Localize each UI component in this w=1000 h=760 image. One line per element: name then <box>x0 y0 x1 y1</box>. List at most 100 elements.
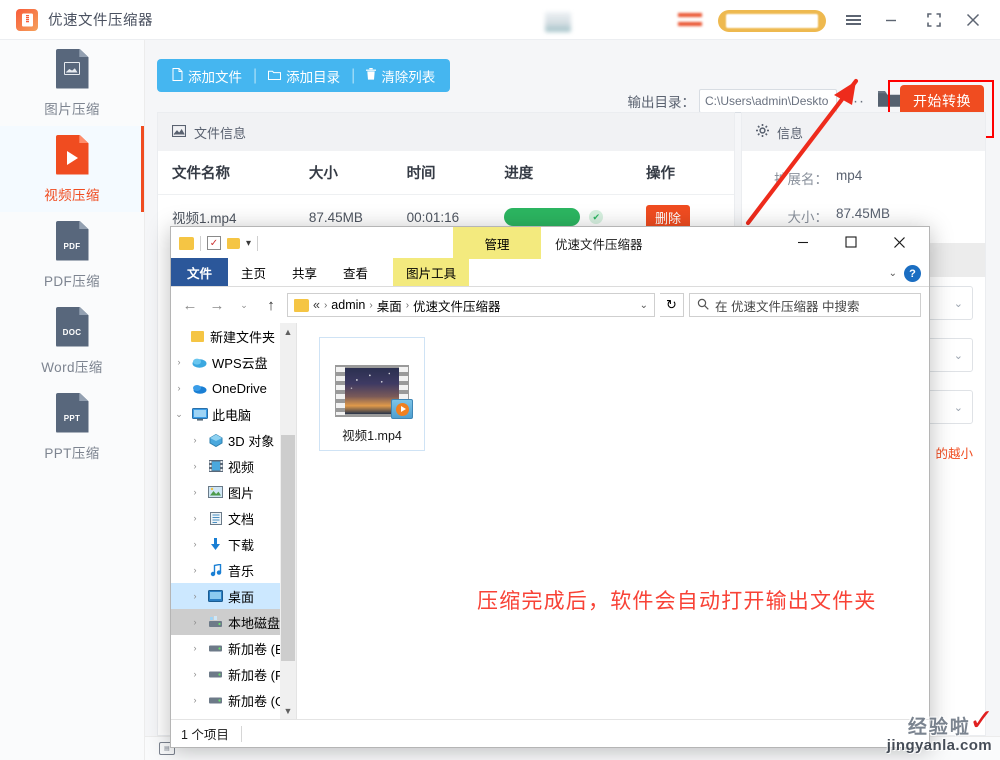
ppt-icon-tag: PPT <box>63 413 81 423</box>
clear-list-button[interactable]: 清除列表 <box>355 59 446 92</box>
explorer-close-icon[interactable] <box>877 227 921 257</box>
hamburger-menu-icon[interactable] <box>840 8 866 32</box>
explorer-body: 新建文件夹 › WPS云盘 › OneDrive ⌄ 此电脑 › 3D 对象 ›… <box>171 323 929 719</box>
sidebar-item-label: PDF压缩 <box>44 273 100 289</box>
chevron-right-icon[interactable]: › <box>187 461 203 471</box>
chevron-right-icon[interactable]: › <box>187 435 203 445</box>
refresh-icon[interactable]: ↻ <box>660 293 684 317</box>
chevron-down-icon[interactable]: ⌄ <box>233 294 255 316</box>
breadcrumb-item-admin[interactable]: admin <box>331 298 365 312</box>
explorer-minimize-icon[interactable] <box>781 227 825 257</box>
open-folder-icon[interactable] <box>878 90 900 112</box>
tab-file[interactable]: 文件 <box>171 258 229 286</box>
tree-item-volume-g[interactable]: › 新加卷 (G:) <box>171 687 296 713</box>
close-icon[interactable] <box>960 8 986 32</box>
chevron-down-icon[interactable]: ⌄ <box>889 268 897 279</box>
tab-home[interactable]: 主页 <box>228 258 279 286</box>
scroll-up-icon[interactable]: ▲ <box>280 323 296 340</box>
search-input[interactable]: 在 优速文件压缩器 中搜索 <box>689 293 921 317</box>
sidebar-item-label: Word压缩 <box>41 359 103 375</box>
tree-item-wps-cloud[interactable]: › WPS云盘 <box>171 349 296 375</box>
chevron-down-icon[interactable]: ⌄ <box>640 300 648 311</box>
chevron-right-icon[interactable]: › <box>171 357 187 367</box>
sidebar-item-image-compress[interactable]: 图片压缩 <box>0 40 144 126</box>
sidebar-item-ppt-compress[interactable]: PPT PPT压缩 <box>0 384 144 470</box>
chevron-right-icon[interactable]: › <box>187 643 203 653</box>
chevron-right-icon[interactable]: › <box>187 539 203 549</box>
scroll-down-icon[interactable]: ▼ <box>280 702 296 719</box>
new-folder-icon[interactable] <box>227 237 240 249</box>
chevron-down-icon[interactable]: ▾ <box>246 238 251 249</box>
properties-icon[interactable]: ✓ <box>207 236 221 250</box>
pictures-icon <box>207 485 224 500</box>
breadcrumb-item-desktop[interactable]: 桌面 <box>377 296 402 315</box>
tab-view[interactable]: 查看 <box>330 258 381 286</box>
tree-item-label: 桌面 <box>228 589 255 605</box>
output-dir-label: 输出目录： <box>627 95 696 110</box>
row-file-time: 00:01:16 <box>406 209 460 225</box>
arrow-left-icon[interactable]: ← <box>179 294 201 316</box>
browse-more-button[interactable]: ··· <box>847 93 865 110</box>
chevron-right-icon[interactable]: › <box>187 695 203 705</box>
breadcrumb[interactable]: « › admin › 桌面 › 优速文件压缩器 ⌄ <box>287 293 655 317</box>
chevron-right-icon[interactable]: › <box>187 565 203 575</box>
sidebar-item-word-compress[interactable]: DOC Word压缩 <box>0 298 144 384</box>
documents-icon <box>207 511 224 526</box>
explorer-address-bar: ← → ⌄ ↑ « › admin › 桌面 › 优速文件压缩器 ⌄ ↻ 在 优… <box>171 287 929 323</box>
tree-item-desktop[interactable]: › 桌面 <box>171 583 296 609</box>
info-key: 大小： <box>787 210 829 225</box>
output-path-input[interactable]: C:\Users\admin\Deskto <box>699 89 837 113</box>
music-icon <box>207 563 224 578</box>
tab-share[interactable]: 共享 <box>279 258 330 286</box>
check-circle-icon: ✔ <box>589 210 604 224</box>
scrollbar-thumb[interactable] <box>281 435 295 661</box>
info-panel-header: 信息 <box>742 113 985 151</box>
video-compress-icon <box>55 134 89 175</box>
chevron-right-icon[interactable]: › <box>187 591 203 601</box>
qat-divider-2 <box>257 235 259 251</box>
tab-picture-tools[interactable]: 图片工具 <box>393 258 470 286</box>
tree-item-onedrive[interactable]: › OneDrive <box>171 375 296 401</box>
chevron-right-icon[interactable]: › <box>171 383 187 393</box>
tree-item-local-disk-c[interactable]: › 本地磁盘 (C <box>171 609 296 635</box>
arrow-right-icon[interactable]: → <box>206 294 228 316</box>
minimize-icon[interactable] <box>878 8 904 32</box>
chevron-right-icon[interactable]: › <box>187 669 203 679</box>
sidebar-item-video-compress[interactable]: 视频压缩 <box>0 126 144 212</box>
explorer-maximize-icon[interactable] <box>829 227 873 257</box>
sidebar-item-pdf-compress[interactable]: PDF PDF压缩 <box>0 212 144 298</box>
tree-item-pictures[interactable]: › 图片 <box>171 479 296 505</box>
tree-item-documents[interactable]: › 文档 <box>171 505 296 531</box>
help-icon[interactable]: ? <box>904 265 921 282</box>
file-name-label: 视频1.mp4 <box>342 429 402 443</box>
tree-item-new-folder[interactable]: 新建文件夹 <box>171 323 296 349</box>
breadcrumb-item-current[interactable]: 优速文件压缩器 <box>413 296 501 315</box>
contextual-tab-manage[interactable]: 管理 <box>453 227 541 259</box>
tree-item-3d-objects[interactable]: › 3D 对象 <box>171 427 296 453</box>
list-item[interactable]: 视频1.mp4 <box>319 337 425 451</box>
explorer-nav-scrollbar[interactable]: ▲ ▼ <box>280 323 296 719</box>
blurred-account-pill[interactable] <box>718 10 826 32</box>
chevron-right-icon[interactable]: › <box>187 617 203 627</box>
folder-icon[interactable] <box>179 236 194 250</box>
video-thumbnail <box>335 365 413 419</box>
sidebar-item-label: 图片压缩 <box>44 101 100 117</box>
tree-item-volume-e[interactable]: › 新加卷 (E:) <box>171 635 296 661</box>
folder-icon <box>294 298 309 312</box>
add-file-button[interactable]: 添加文件 <box>161 59 253 92</box>
chevron-down-icon[interactable]: ⌄ <box>171 409 187 420</box>
tree-item-music[interactable]: › 音乐 <box>171 557 296 583</box>
tree-item-this-pc[interactable]: ⌄ 此电脑 <box>171 401 296 427</box>
tree-item-downloads[interactable]: › 下载 <box>171 531 296 557</box>
tree-item-videos[interactable]: › 视频 <box>171 453 296 479</box>
tree-item-volume-f[interactable]: › 新加卷 (F:) <box>171 661 296 687</box>
this-pc-icon <box>191 407 208 422</box>
add-folder-button[interactable]: 添加目录 <box>257 59 351 92</box>
maximize-icon[interactable] <box>921 8 947 32</box>
explorer-window-title: 优速文件压缩器 <box>555 237 643 252</box>
arrow-up-icon[interactable]: ↑ <box>260 294 282 316</box>
search-placeholder: 在 优速文件压缩器 中搜索 <box>715 299 860 314</box>
tree-item-label: 视频 <box>228 459 255 475</box>
chevron-right-icon[interactable]: › <box>187 487 203 497</box>
chevron-right-icon[interactable]: › <box>187 513 203 523</box>
